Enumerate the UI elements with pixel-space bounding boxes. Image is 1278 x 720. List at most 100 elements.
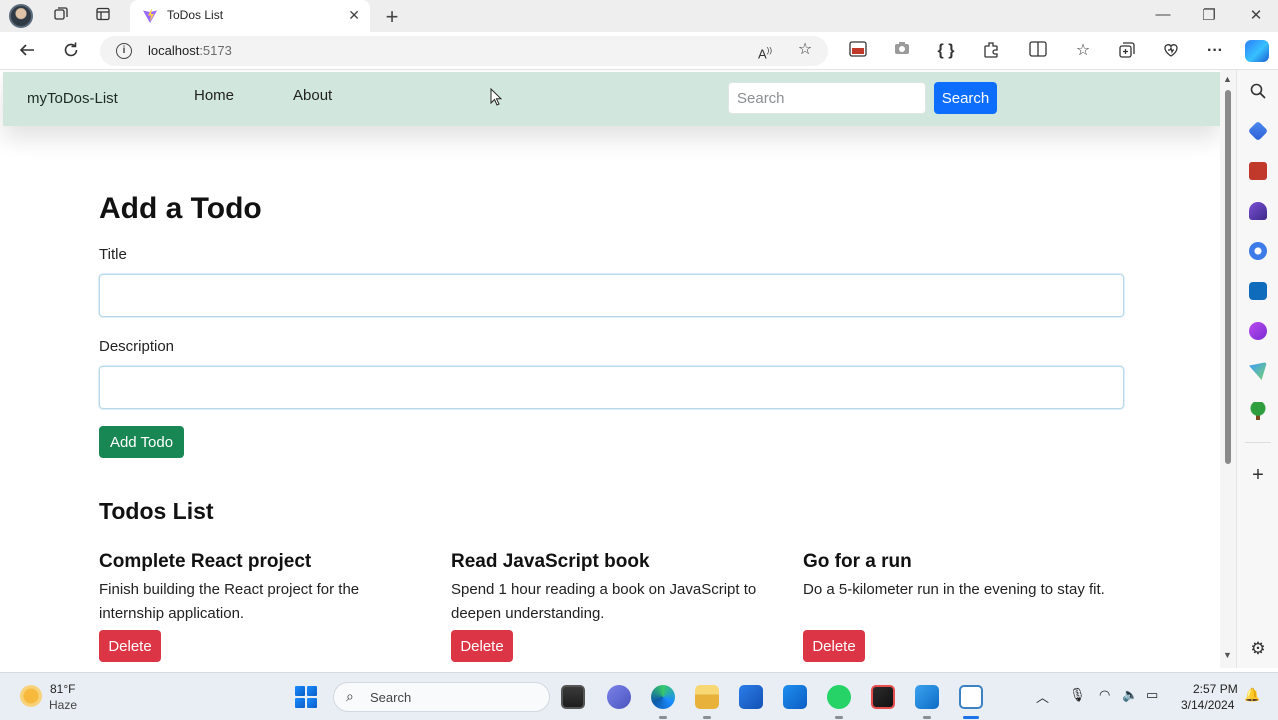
url-text[interactable]: localhost:5173 (148, 43, 232, 58)
new-tab-button[interactable]: + (381, 4, 403, 30)
clock-time[interactable]: 2:57 PM (1193, 682, 1238, 696)
vscode-icon[interactable] (915, 685, 939, 709)
profile-avatar[interactable] (9, 4, 33, 28)
json-viewer-icon[interactable]: { } (935, 41, 957, 61)
browser-essentials-icon[interactable] (1160, 41, 1182, 61)
whatsapp-icon[interactable] (827, 685, 851, 709)
page-scrollbar[interactable]: ▲ ▼ (1220, 70, 1236, 668)
back-icon[interactable] (16, 41, 38, 61)
scroll-down-icon[interactable]: ▼ (1223, 650, 1232, 660)
weather-sun-icon[interactable] (20, 685, 42, 707)
favorites-icon[interactable]: ☆ (1072, 41, 1094, 61)
navbar-search-button[interactable]: Search (934, 82, 997, 114)
sidebar-add-icon[interactable]: + (1249, 465, 1267, 485)
restore-icon[interactable]: ❐ (1194, 6, 1224, 24)
todo-title: Go for a run (803, 551, 912, 572)
sidebar-shopping-icon[interactable] (1247, 120, 1269, 142)
screenshot-icon[interactable] (891, 41, 913, 61)
nav-link-home[interactable]: Home (194, 87, 234, 104)
address-bar[interactable]: i localhost:5173 A)) ☆ (100, 36, 828, 66)
site-info-icon[interactable]: i (116, 43, 132, 59)
add-todo-button[interactable]: Add Todo (99, 426, 184, 458)
app-navbar: myToDos-List Home About Search (3, 72, 1220, 126)
copilot-icon[interactable] (1245, 40, 1269, 62)
file-explorer-icon[interactable] (695, 685, 719, 709)
vite-favicon-icon (143, 9, 157, 23)
navbar-brand[interactable]: myToDos-List (27, 90, 118, 107)
microphone-icon[interactable]: 🎙 (1069, 687, 1086, 703)
title-input[interactable] (99, 274, 1124, 317)
explorer-running-indicator (703, 716, 711, 719)
add-todo-heading: Add a Todo (99, 192, 262, 225)
navbar-search-input[interactable] (728, 82, 926, 114)
windows-taskbar: 81°F Haze ⌕ Search ︿ 🎙 ◠ 🔈 ▭ 2:57 PM 3/1… (0, 672, 1278, 720)
todo-description: Spend 1 hour reading a book on JavaScrip… (451, 581, 757, 622)
battery-icon[interactable]: ▭ (1146, 687, 1158, 703)
task-view-icon[interactable] (561, 685, 585, 709)
sidebar-games-icon[interactable] (1249, 202, 1267, 220)
tab-close-icon[interactable]: ✕ (348, 7, 360, 24)
windows-start-icon[interactable] (295, 686, 317, 708)
app-extension-icon[interactable] (847, 41, 869, 61)
sidebar-outlook-icon[interactable] (1249, 282, 1267, 300)
microsoft-store-icon[interactable] (739, 685, 763, 709)
snipping-tool-icon[interactable] (959, 685, 983, 709)
notification-bell-icon[interactable]: 🔔 (1244, 687, 1260, 703)
figma-icon[interactable] (871, 685, 895, 709)
scroll-up-icon[interactable]: ▲ (1223, 74, 1232, 84)
collections-icon[interactable] (1116, 41, 1138, 61)
todo-item: Complete React project Finish building t… (99, 548, 419, 662)
todo-item: Go for a run Do a 5-kilometer run in the… (803, 548, 1123, 662)
sidebar-send-icon[interactable] (1249, 362, 1267, 380)
sidebar-copilot-icon[interactable] (1249, 242, 1267, 260)
sidebar-divider (1245, 442, 1271, 443)
teams-icon[interactable] (607, 685, 631, 709)
workspaces-icon[interactable] (51, 6, 71, 26)
minimize-icon[interactable]: — (1148, 6, 1178, 23)
scrollbar-thumb[interactable] (1225, 90, 1231, 464)
delete-todo-button[interactable]: Delete (803, 630, 865, 662)
whatsapp-running-indicator (835, 716, 843, 719)
sidebar-tools-icon[interactable] (1249, 162, 1267, 180)
taskbar-search-icon: ⌕ (346, 688, 354, 704)
taskbar-search-box[interactable]: ⌕ Search (333, 682, 550, 712)
weather-condition[interactable]: Haze (49, 698, 77, 712)
tab-actions-icon[interactable] (93, 6, 113, 26)
read-aloud-icon[interactable]: A)) (754, 41, 776, 61)
clock-date[interactable]: 3/14/2024 (1181, 698, 1234, 712)
vscode-running-indicator (923, 716, 931, 719)
sidebar-tree-icon[interactable] (1249, 402, 1267, 420)
split-screen-icon[interactable] (1027, 41, 1049, 61)
edge-running-indicator (659, 716, 667, 719)
tab-todos-list[interactable]: ToDos List ✕ (130, 0, 370, 32)
refresh-icon[interactable] (60, 41, 82, 61)
todo-description: Finish building the React project for th… (99, 581, 360, 622)
description-input[interactable] (99, 366, 1124, 409)
snipping-active-indicator (963, 716, 979, 719)
favorite-star-icon[interactable]: ☆ (794, 40, 816, 60)
mouse-cursor-icon (490, 88, 502, 106)
edge-browser-icon[interactable] (651, 685, 675, 709)
taskbar-search-label: Search (370, 690, 412, 705)
todo-title: Read JavaScript book (451, 551, 650, 572)
todos-list-heading: Todos List (99, 498, 214, 524)
url-host: localhost (148, 43, 200, 58)
sidebar-designer-icon[interactable] (1249, 322, 1267, 340)
more-menu-icon[interactable]: ··· (1204, 41, 1226, 61)
close-window-icon[interactable]: ✕ (1241, 6, 1271, 24)
extensions-icon[interactable] (980, 41, 1002, 61)
todo-description: Do a 5-kilometer run in the evening to s… (803, 581, 1105, 598)
todo-title: Complete React project (99, 551, 312, 572)
weather-temperature[interactable]: 81°F (50, 682, 75, 696)
sidebar-settings-icon[interactable]: ⚙ (1249, 640, 1267, 658)
sidebar-search-icon[interactable] (1249, 82, 1267, 100)
tray-overflow-icon[interactable]: ︿ (1036, 687, 1049, 706)
edge-sidebar: + ⚙ (1236, 70, 1278, 668)
mail-icon[interactable] (783, 685, 807, 709)
url-port: :5173 (199, 43, 232, 58)
wifi-icon[interactable]: ◠ (1099, 687, 1110, 703)
delete-todo-button[interactable]: Delete (99, 630, 161, 662)
nav-link-about[interactable]: About (293, 87, 332, 104)
delete-todo-button[interactable]: Delete (451, 630, 513, 662)
volume-icon[interactable]: 🔈 (1122, 687, 1138, 703)
